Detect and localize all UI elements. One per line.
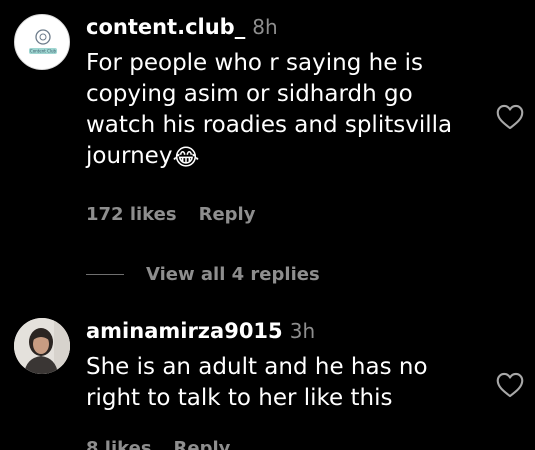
- view-replies-link[interactable]: View all 4 replies: [146, 264, 320, 285]
- comment-text: For people who r saying he is copying as…: [86, 48, 476, 174]
- comment-header: content.club_ 8h: [86, 15, 278, 39]
- content-club-logo: Content Club: [29, 29, 57, 54]
- timestamp: 3h: [289, 319, 316, 343]
- replies-divider: [86, 273, 124, 275]
- view-replies-row[interactable]: View all 4 replies: [86, 262, 320, 286]
- username[interactable]: aminamirza9015: [86, 319, 283, 343]
- comment-header: aminamirza9015 3h: [86, 319, 315, 343]
- avatar[interactable]: [14, 318, 70, 374]
- reply-button[interactable]: Reply: [174, 438, 231, 450]
- comment-meta: 172 likes Reply: [86, 204, 277, 225]
- comment-text-content: For people who r saying he is copying as…: [86, 50, 453, 169]
- heart-outline-icon[interactable]: [496, 372, 524, 398]
- timestamp: 8h: [252, 15, 278, 39]
- avatar[interactable]: Content Club: [14, 14, 70, 70]
- username[interactable]: content.club_: [86, 15, 245, 39]
- comment-meta: 8 likes Reply: [86, 438, 252, 450]
- comments-screen: Content Club content.club_ 8h For people…: [0, 0, 535, 450]
- heart-outline-icon[interactable]: [496, 104, 524, 130]
- likes-count[interactable]: 8 likes: [86, 438, 152, 450]
- avatar-logo-text: Content Club: [30, 49, 57, 54]
- comment-text: She is an adult and he has no right to t…: [86, 354, 428, 411]
- likes-count[interactable]: 172 likes: [86, 204, 177, 225]
- reply-button[interactable]: Reply: [199, 204, 256, 225]
- laughing-tears-emoji: 😂: [172, 145, 200, 171]
- profile-photo: [14, 318, 70, 374]
